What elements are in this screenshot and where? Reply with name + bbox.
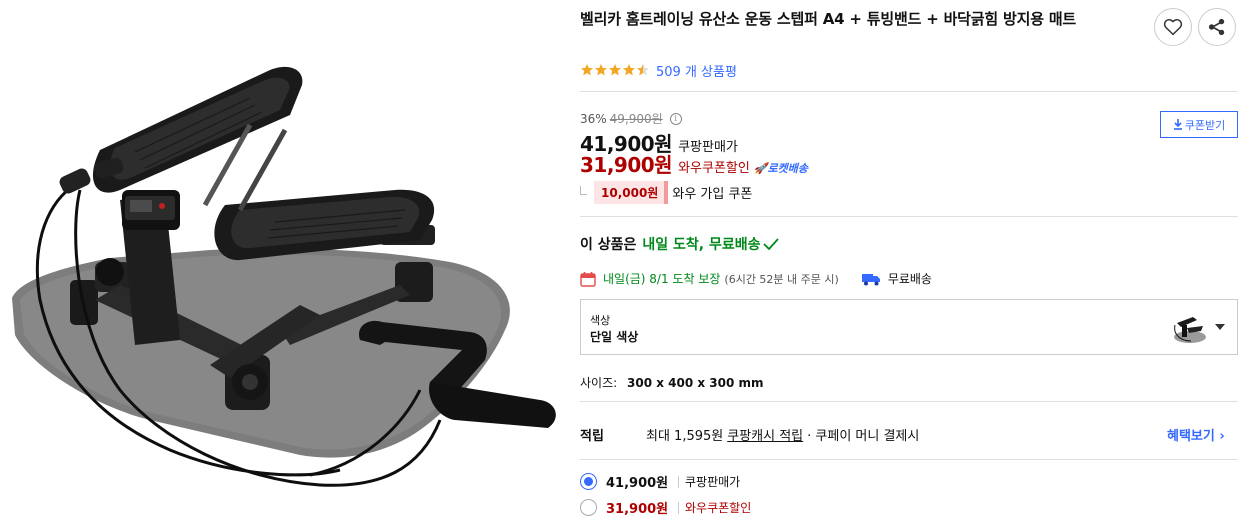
rating-row: 509 개 상품평 — [580, 61, 737, 80]
arrival-banner: 이 상품은 내일 도착, 무료배송 — [580, 234, 779, 254]
wow-coupon-text: 와우 가입 쿠폰 — [672, 187, 753, 202]
product-title: 벨리카 홈트레이닝 유산소 운동 스텝퍼 A4 + 튜빙밴드 + 바닥긁힘 방지… — [580, 10, 1077, 28]
divider — [580, 216, 1238, 217]
points-condition: · 쿠페이 머니 결제시 — [807, 429, 920, 444]
coupon-button-label: 쿠폰받기 — [1184, 118, 1226, 132]
discount-rate: 36% — [580, 111, 607, 126]
points-label: 적립 — [580, 429, 604, 444]
option-thumbnail — [1174, 317, 1206, 343]
download-icon — [1173, 119, 1182, 130]
wow-coupon-row: 10,000원 와우 가입 쿠폰 — [580, 181, 752, 204]
review-count-link[interactable]: 509 개 상품평 — [656, 61, 737, 80]
info-icon[interactable]: i — [669, 112, 682, 125]
radio-label: 쿠팡판매가 — [685, 475, 741, 489]
option-value: 단일 색상 — [590, 330, 639, 344]
benefit-view-link[interactable]: 혜택보기 › — [1167, 425, 1225, 444]
delivery-row: 내일(금) 8/1 도착 보장 (6시간 52분 내 주문 시) 무료배송 — [580, 270, 932, 287]
heart-icon — [1163, 18, 1183, 36]
divider — [580, 459, 1238, 460]
check-icon — [762, 238, 779, 250]
coupon-download-button[interactable]: 쿠폰받기 — [1160, 111, 1238, 138]
size-label: 사이즈: — [580, 376, 618, 390]
arrival-highlight: 내일 도착, 무료배송 — [642, 237, 761, 253]
divider — [580, 401, 1238, 402]
free-shipping-label: 무료배송 — [887, 272, 932, 286]
separator — [678, 501, 679, 514]
star-rating-icon — [581, 64, 649, 76]
product-info-panel: 벨리카 홈트레이닝 유산소 운동 스텝퍼 A4 + 튜빙밴드 + 바닥긁힘 방지… — [580, 0, 1240, 529]
wishlist-button[interactable] — [1154, 8, 1192, 46]
wow-price-label: 와우쿠폰할인 — [678, 161, 750, 176]
radio-button[interactable] — [580, 473, 597, 490]
rocket-label: 로켓배송 — [767, 162, 809, 175]
points-amount: 최대 1,595원 — [646, 429, 724, 444]
divider — [580, 91, 1238, 92]
price-option-radio[interactable]: 41,900원 쿠팡판매가 — [580, 472, 740, 491]
coupang-cash-link[interactable]: 쿠팡캐시 적립 — [727, 425, 803, 444]
wow-coupon-amount: 10,000원 — [594, 181, 669, 204]
truck-icon — [861, 273, 880, 285]
size-row: 사이즈: 300 x 400 x 300 mm — [580, 374, 764, 391]
delivery-note: (6시간 52분 내 주문 시) — [724, 272, 839, 286]
radio-button[interactable] — [580, 499, 597, 516]
calendar-icon — [580, 271, 596, 287]
product-image — [0, 0, 570, 529]
radio-label: 와우쿠폰할인 — [685, 501, 752, 515]
color-option-select[interactable]: 색상 단일 색상 — [580, 299, 1238, 355]
star-rating — [580, 63, 652, 77]
arrival-prefix: 이 상품은 — [580, 237, 637, 253]
rocket-icon: 🚀 — [753, 162, 768, 175]
radio-price: 31,900원 — [606, 502, 669, 517]
points-row: 적립 최대 1,595원 쿠팡캐시 적립 · 쿠페이 머니 결제시 혜택보기 › — [580, 425, 1238, 444]
chevron-down-icon — [1215, 324, 1225, 330]
wow-price: 31,900원 — [580, 153, 673, 177]
share-icon — [1208, 18, 1225, 36]
radio-price: 41,900원 — [606, 476, 669, 491]
separator — [678, 475, 679, 488]
delivery-date: 내일(금) 8/1 도착 보장 — [603, 272, 721, 286]
branch-line — [580, 186, 587, 195]
discount-row: 36% 49,900원 i — [580, 110, 682, 127]
size-value: 300 x 400 x 300 mm — [627, 376, 764, 390]
wow-price-row: 31,900원 와우쿠폰할인 🚀로켓배송 — [580, 149, 808, 178]
option-name: 색상 — [590, 314, 611, 327]
original-price: 49,900원 — [609, 112, 663, 126]
rocket-delivery-badge: 🚀로켓배송 — [754, 160, 808, 176]
share-button[interactable] — [1198, 8, 1236, 46]
price-option-radio[interactable]: 31,900원 와우쿠폰할인 — [580, 498, 751, 517]
